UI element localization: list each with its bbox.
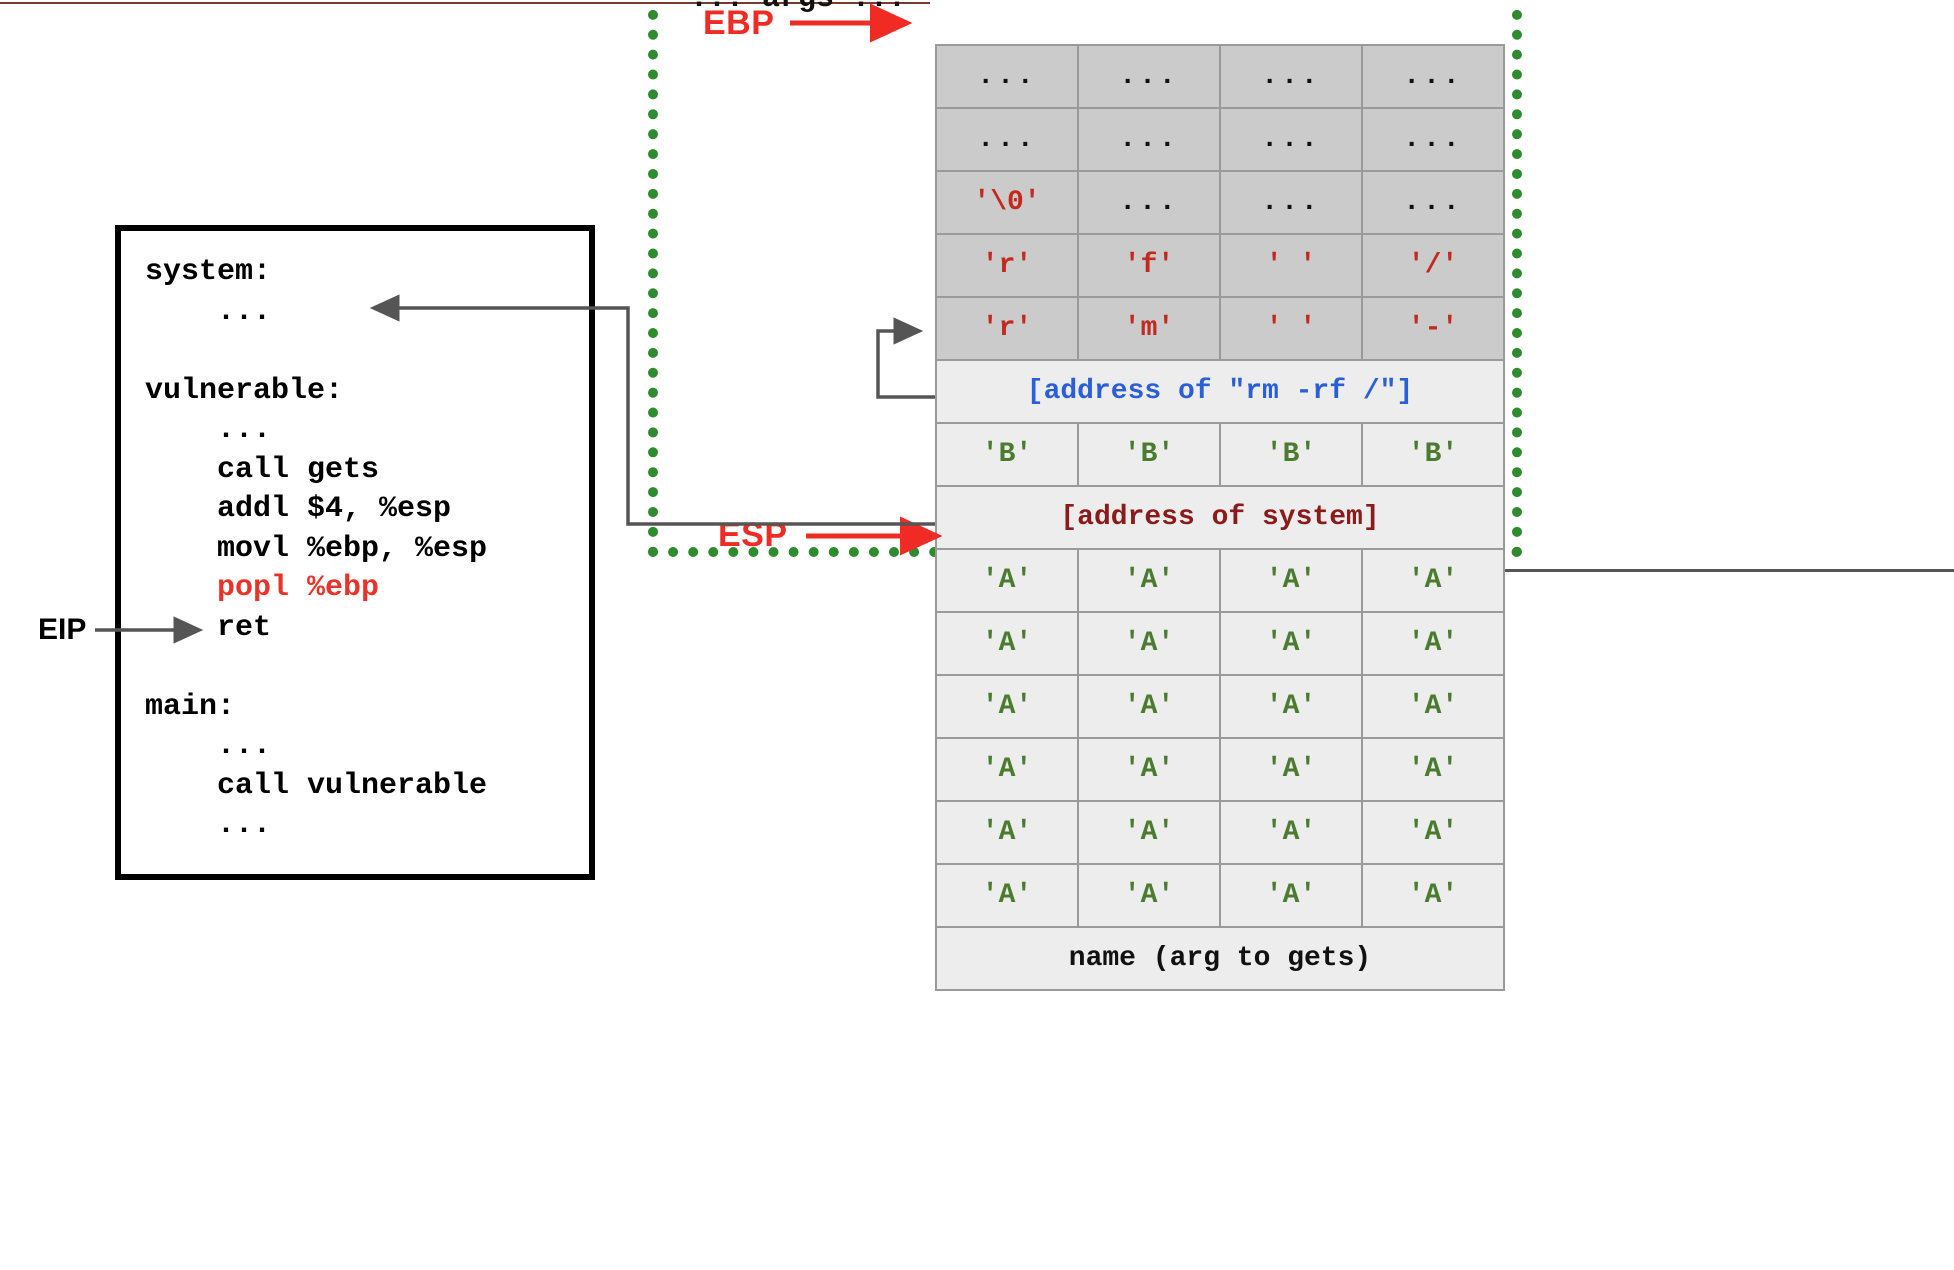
stack-cell: 'm' (1077, 296, 1221, 361)
stack-cell-span: [address of system] (935, 485, 1505, 550)
stack-cell-span: name (arg to gets) (935, 926, 1505, 991)
register-label-esp: ESP (718, 516, 788, 554)
stack-cell: 'B' (1077, 422, 1221, 487)
code-line: main: (145, 689, 236, 724)
stack-row: 'A' 'A' 'A' 'A' (935, 863, 1505, 928)
stack-cell: '-' (1361, 296, 1505, 361)
stack-row: '\0'......... (935, 170, 1505, 235)
stack-cell: ... (1361, 107, 1505, 172)
stack-cell: ... (1219, 107, 1363, 172)
stack-cell: 'A' (1219, 674, 1363, 739)
stack-row: name (arg to gets) (935, 926, 1505, 991)
stack-row: 'B' 'B' 'B' 'B' (935, 422, 1505, 487)
stack-cell: 'r' (935, 296, 1079, 361)
stack-cell: 'f' (1077, 233, 1221, 298)
stack-cell: ... (1361, 170, 1505, 235)
code-line: call vulnerable (145, 768, 488, 803)
code-line: ... (145, 413, 272, 447)
stack-row: 'A' 'A' 'A' 'A' (935, 611, 1505, 676)
stack-cell: 'B' (1219, 422, 1363, 487)
register-label-eip: EIP (38, 613, 87, 646)
stack-cell: ... (1077, 107, 1221, 172)
stack-cell: 'A' (1219, 737, 1363, 802)
stack-cell: ... (1361, 44, 1505, 109)
code-line: ... (145, 294, 272, 329)
stack-cell: 'A' (935, 548, 1079, 613)
code-line: system: (145, 255, 272, 289)
stack-cell: 'A' (1219, 548, 1363, 613)
stack-row: 'r''m' ' ' '-' (935, 296, 1505, 361)
stack-row: 'A' 'A' 'A' 'A' (935, 800, 1505, 865)
stack-cell: 'A' (935, 737, 1079, 802)
stack-cell: 'A' (1361, 674, 1505, 739)
stack-cell: '/' (1361, 233, 1505, 298)
stack-memory-table: ........................ '\0'.........'r'… (935, 44, 1505, 991)
stack-cell: 'A' (1219, 800, 1363, 865)
stack-cell: 'A' (1077, 674, 1221, 739)
stack-cell: ... (1219, 44, 1363, 109)
stack-cell: ... (1077, 44, 1221, 109)
code-line: ... (145, 729, 272, 763)
stack-cell: ... (935, 44, 1079, 109)
stack-cell: 'A' (935, 674, 1079, 739)
register-label-ebp: EBP (703, 4, 775, 42)
stack-cell: 'A' (1361, 737, 1505, 802)
stack-cell: 'A' (1361, 863, 1505, 928)
assembly-code-box: system: ... vulnerable: ... call gets ad… (115, 225, 595, 880)
stack-cell: 'A' (1361, 611, 1505, 676)
stack-row: 'A' 'A' 'A' 'A' (935, 548, 1505, 613)
code-line: call gets (145, 452, 380, 487)
stack-row: [address of system] (935, 485, 1505, 550)
stack-cell: ... (1219, 170, 1363, 235)
stack-cell: 'B' (935, 422, 1079, 487)
stack-cell: 'A' (1361, 800, 1505, 865)
stack-cell: ' ' (1219, 296, 1363, 361)
stack-cell: 'A' (935, 611, 1079, 676)
stack-cell: 'A' (1219, 611, 1363, 676)
code-line: ret (145, 610, 272, 645)
stack-cell: 'A' (1219, 863, 1363, 928)
stack-cell: ' ' (1219, 233, 1363, 298)
stack-cell: 'A' (935, 800, 1079, 865)
stack-cell: ... (1077, 170, 1221, 235)
stack-cell: ... (935, 107, 1079, 172)
stack-table-body: ........................ '\0'.........'r'… (935, 44, 1505, 991)
code-line: ... (145, 808, 272, 842)
stack-cell: 'A' (1077, 737, 1221, 802)
stack-cell: 'A' (935, 863, 1079, 928)
right-edge-connector-line (1505, 569, 1954, 572)
stack-cell-span: [address of "rm -rf /"] (935, 359, 1505, 424)
stack-row: ............ (935, 44, 1505, 109)
stack-cell: 'A' (1077, 863, 1221, 928)
stack-cell: 'B' (1361, 422, 1505, 487)
code-line: vulnerable: (145, 373, 344, 408)
stack-cell: 'A' (1077, 800, 1221, 865)
stack-row: ............ (935, 107, 1505, 172)
stack-row: [address of "rm -rf /"] (935, 359, 1505, 424)
stack-row: 'A' 'A' 'A' 'A' (935, 737, 1505, 802)
rm-rf-address-connector-arrow (876, 317, 935, 399)
code-line: movl %ebp, %esp (145, 531, 488, 566)
stack-row: 'A' 'A' 'A' 'A' (935, 674, 1505, 739)
stack-cell: 'A' (1077, 548, 1221, 613)
code-line: popl %ebp (145, 571, 380, 605)
stack-cell: 'r' (935, 233, 1079, 298)
stack-cell: '\0' (935, 170, 1079, 235)
code-line: addl $4, %esp (145, 492, 452, 526)
stack-row: 'r''f' ' ' '/' (935, 233, 1505, 298)
stack-cell: 'A' (1077, 611, 1221, 676)
stack-cell: 'A' (1361, 548, 1505, 613)
assembly-code-listing: system: ... vulnerable: ... call gets ad… (145, 253, 487, 846)
